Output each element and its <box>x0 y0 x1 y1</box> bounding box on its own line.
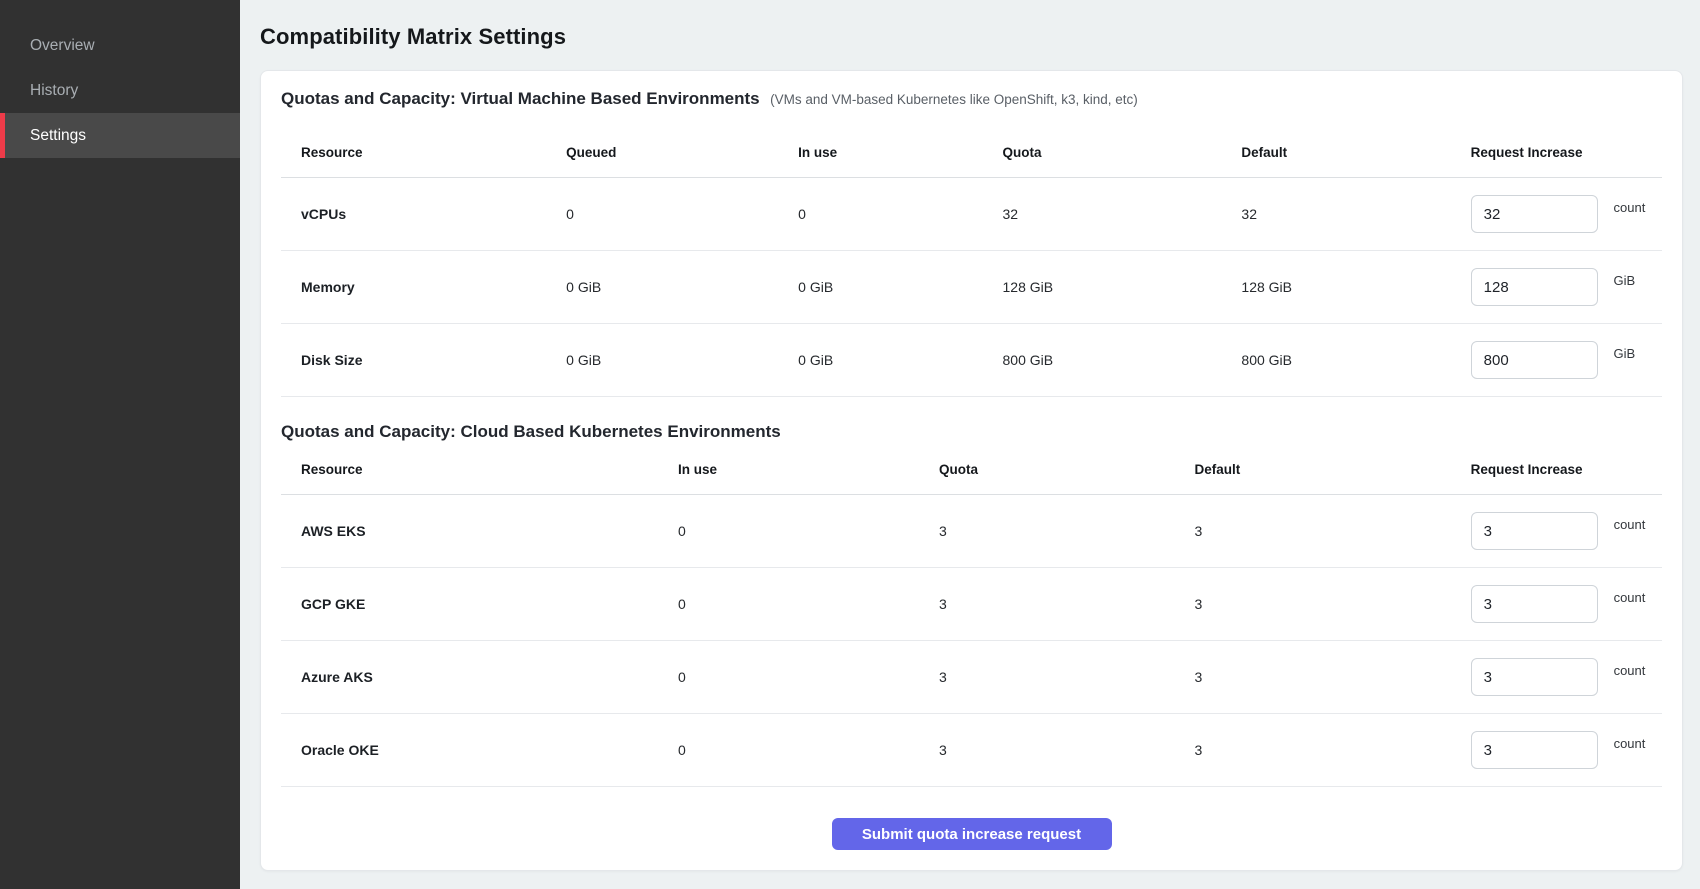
in-use-value: 0 <box>658 641 919 714</box>
default-value: 3 <box>1174 495 1450 568</box>
quota-value: 3 <box>919 568 1174 641</box>
quota-value: 3 <box>919 495 1174 568</box>
unit-label: count <box>1614 517 1646 532</box>
resource-name: vCPUs <box>281 178 546 251</box>
sidebar-item-label: History <box>30 82 78 100</box>
queued-value: 0 GiB <box>546 251 778 324</box>
column-header-request-increase: Request Increase <box>1451 443 1662 495</box>
sidebar-item-label: Settings <box>30 127 86 145</box>
unit-label: GiB <box>1614 273 1636 288</box>
resource-name: Disk Size <box>281 324 546 397</box>
in-use-value: 0 GiB <box>778 251 982 324</box>
column-header-request-increase: Request Increase <box>1451 110 1662 178</box>
default-value: 3 <box>1174 568 1450 641</box>
table-row: GCP GKE 0 3 3 count <box>281 568 1662 641</box>
request-increase-input[interactable] <box>1471 658 1598 696</box>
quota-value: 3 <box>919 714 1174 787</box>
table-row: Oracle OKE 0 3 3 count <box>281 714 1662 787</box>
vm-table-header-row: Resource Queued In use Quota Default Req… <box>281 110 1662 178</box>
in-use-value: 0 <box>658 568 919 641</box>
table-row: Memory 0 GiB 0 GiB 128 GiB 128 GiB GiB <box>281 251 1662 324</box>
in-use-value: 0 <box>778 178 982 251</box>
page-title: Compatibility Matrix Settings <box>260 24 1683 50</box>
queued-value: 0 GiB <box>546 324 778 397</box>
column-header-resource: Resource <box>281 443 658 495</box>
vm-section-subtitle: (VMs and VM-based Kubernetes like OpenSh… <box>770 92 1138 107</box>
cloud-table-header-row: Resource In use Quota Default Request In… <box>281 443 1662 495</box>
cloud-section-title: Quotas and Capacity: Cloud Based Kuberne… <box>281 422 781 441</box>
in-use-value: 0 <box>658 495 919 568</box>
quota-value: 128 GiB <box>983 251 1222 324</box>
column-header-default: Default <box>1174 443 1450 495</box>
settings-card: Quotas and Capacity: Virtual Machine Bas… <box>260 70 1683 871</box>
table-row: AWS EKS 0 3 3 count <box>281 495 1662 568</box>
in-use-value: 0 <box>658 714 919 787</box>
vm-section-heading: Quotas and Capacity: Virtual Machine Bas… <box>281 89 1662 110</box>
request-increase-input[interactable] <box>1471 585 1598 623</box>
unit-label: count <box>1614 200 1646 215</box>
sidebar-item-overview[interactable]: Overview <box>0 23 240 68</box>
resource-name: GCP GKE <box>281 568 658 641</box>
request-increase-input[interactable] <box>1471 341 1598 379</box>
default-value: 3 <box>1174 641 1450 714</box>
vm-quota-table: Resource Queued In use Quota Default Req… <box>281 110 1662 397</box>
default-value: 3 <box>1174 714 1450 787</box>
in-use-value: 0 GiB <box>778 324 982 397</box>
quota-value: 32 <box>983 178 1222 251</box>
sidebar-item-history[interactable]: History <box>0 68 240 113</box>
table-row: Azure AKS 0 3 3 count <box>281 641 1662 714</box>
table-row: vCPUs 0 0 32 32 count <box>281 178 1662 251</box>
quota-value: 3 <box>919 641 1174 714</box>
column-header-queued: Queued <box>546 110 778 178</box>
default-value: 32 <box>1221 178 1450 251</box>
default-value: 800 GiB <box>1221 324 1450 397</box>
request-increase-input[interactable] <box>1471 268 1598 306</box>
column-header-quota: Quota <box>983 110 1222 178</box>
request-increase-input[interactable] <box>1471 731 1598 769</box>
vm-section-title: Quotas and Capacity: Virtual Machine Bas… <box>281 89 760 108</box>
unit-label: count <box>1614 736 1646 751</box>
sidebar-item-label: Overview <box>30 37 95 55</box>
request-increase-input[interactable] <box>1471 195 1598 233</box>
button-row: Submit quota increase request <box>281 818 1662 850</box>
queued-value: 0 <box>546 178 778 251</box>
request-increase-input[interactable] <box>1471 512 1598 550</box>
main-content: Compatibility Matrix Settings Quotas and… <box>240 0 1700 871</box>
unit-label: count <box>1614 663 1646 678</box>
cloud-quota-table: Resource In use Quota Default Request In… <box>281 443 1662 787</box>
cloud-section-heading: Quotas and Capacity: Cloud Based Kuberne… <box>281 422 1662 443</box>
table-row: Disk Size 0 GiB 0 GiB 800 GiB 800 GiB Gi… <box>281 324 1662 397</box>
resource-name: AWS EKS <box>281 495 658 568</box>
unit-label: count <box>1614 590 1646 605</box>
column-header-quota: Quota <box>919 443 1174 495</box>
column-header-in-use: In use <box>658 443 919 495</box>
submit-quota-increase-button[interactable]: Submit quota increase request <box>832 818 1112 850</box>
quota-value: 800 GiB <box>983 324 1222 397</box>
column-header-resource: Resource <box>281 110 546 178</box>
sidebar: Overview History Settings <box>0 0 240 889</box>
column-header-default: Default <box>1221 110 1450 178</box>
unit-label: GiB <box>1614 346 1636 361</box>
sidebar-item-settings[interactable]: Settings <box>0 113 240 158</box>
resource-name: Oracle OKE <box>281 714 658 787</box>
resource-name: Azure AKS <box>281 641 658 714</box>
column-header-in-use: In use <box>778 110 982 178</box>
default-value: 128 GiB <box>1221 251 1450 324</box>
resource-name: Memory <box>281 251 546 324</box>
